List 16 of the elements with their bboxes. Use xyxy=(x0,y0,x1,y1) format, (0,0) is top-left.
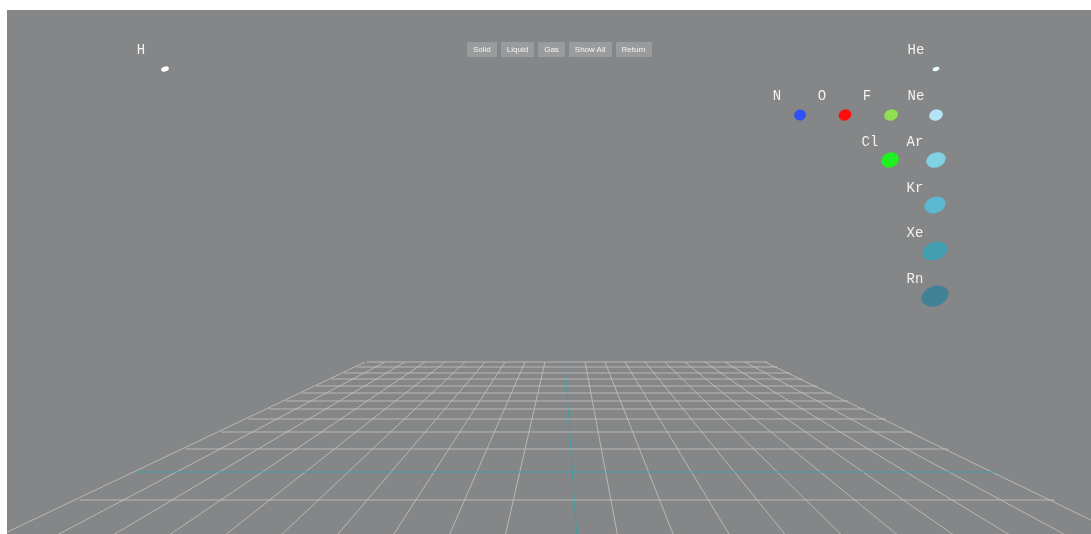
element-symbol: Rn xyxy=(906,271,924,287)
element-symbol: Cl xyxy=(861,134,879,150)
toolbar-button[interactable]: Solid xyxy=(467,42,497,57)
element-symbol: H xyxy=(136,42,146,58)
element-symbol: N xyxy=(772,88,782,104)
element-symbol: Kr xyxy=(906,180,924,196)
element-symbol: O xyxy=(817,88,827,104)
toolbar-button[interactable]: Return xyxy=(615,42,652,57)
element-symbol: F xyxy=(862,88,872,104)
toolbar-button[interactable]: Gas xyxy=(538,42,565,57)
element-symbol: Ar xyxy=(906,134,924,150)
element-symbol: Ne xyxy=(907,88,925,104)
element-symbol: Xe xyxy=(906,225,924,241)
toolbar-button[interactable]: Liquid xyxy=(500,42,535,57)
toolbar-button[interactable]: Show All xyxy=(568,42,612,57)
element-symbol: He xyxy=(907,42,925,58)
